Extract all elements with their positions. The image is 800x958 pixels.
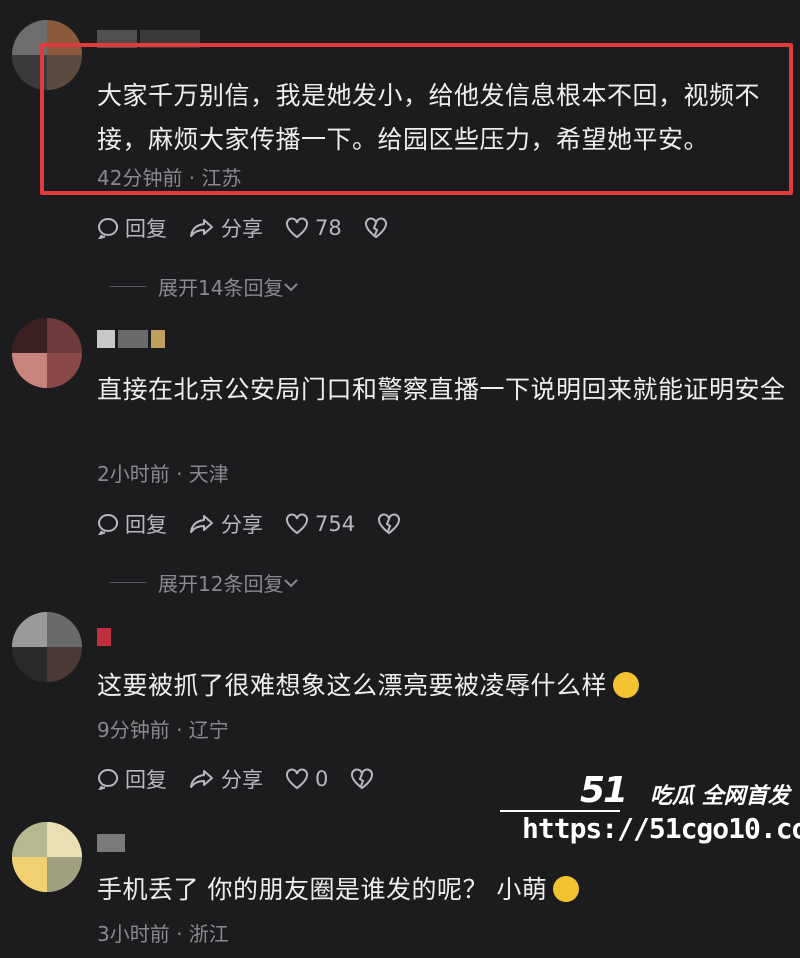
heart-icon	[286, 217, 308, 239]
like-count: 78	[315, 216, 342, 240]
reply-icon	[98, 514, 119, 535]
reply-label: 回复	[125, 768, 167, 792]
reply-icon	[98, 769, 119, 790]
share-label: 分享	[221, 768, 263, 792]
broken-heart-icon	[364, 217, 387, 239]
divider	[110, 286, 146, 287]
reply-label: 回复	[125, 513, 167, 537]
like-count: 754	[315, 512, 356, 536]
username-blurred[interactable]	[97, 330, 168, 348]
expand-replies[interactable]: 展开14条回复	[110, 272, 299, 301]
username-blurred[interactable]	[97, 834, 128, 852]
comment-meta: 2小时前 · 天津	[97, 462, 229, 486]
divider	[110, 582, 146, 583]
comment-text-content: 手机丢了 你的朋友圈是谁发的呢？ 小萌	[97, 875, 548, 904]
like-button[interactable]: 78	[285, 216, 342, 240]
share-label: 分享	[221, 217, 263, 241]
comment-text: 直接在北京公安局门口和警察直播一下说明回来就能证明安全	[97, 375, 786, 404]
broken-heart-icon	[378, 513, 401, 535]
reply-button[interactable]: 回复	[97, 764, 167, 794]
watermark: 51 吃瓜 全网首发 https://51cgo10.com	[500, 770, 800, 860]
share-button[interactable]: 分享	[189, 509, 263, 539]
comment-meta: 9分钟前 · 辽宁	[97, 718, 229, 742]
comment-actions: 回复 分享 78	[97, 213, 416, 243]
heart-icon	[286, 768, 308, 790]
reply-label: 回复	[125, 217, 167, 241]
avatar[interactable]	[12, 318, 82, 388]
reply-button[interactable]: 回复	[97, 509, 167, 539]
comment-meta: 3小时前 · 浙江	[97, 922, 229, 946]
chevron-down-icon	[284, 578, 299, 587]
comment-actions: 回复 分享 0	[97, 764, 402, 794]
like-button[interactable]: 754	[285, 512, 355, 536]
comment-actions: 回复 分享 754	[97, 509, 429, 539]
reply-icon	[98, 218, 119, 239]
share-icon	[190, 219, 213, 237]
heart-icon	[286, 513, 308, 535]
comment-text-content: 这要被抓了很难想象这么漂亮要被凌辱什么样	[97, 671, 608, 700]
like-button[interactable]: 0	[285, 767, 328, 791]
expand-replies[interactable]: 展开12条回复	[110, 568, 299, 597]
watermark-url: https://51cgo10.com	[522, 812, 800, 845]
watermark-brand: 51	[580, 770, 628, 811]
dislike-button[interactable]	[377, 513, 407, 535]
avatar[interactable]	[12, 822, 82, 892]
share-button[interactable]: 分享	[189, 764, 263, 794]
chevron-down-icon	[284, 282, 299, 291]
smirk-emoji-icon	[553, 876, 580, 902]
expand-label: 展开12条回复	[158, 572, 284, 596]
avatar[interactable]	[12, 612, 82, 682]
watermark-slogan: 吃瓜 全网首发	[650, 784, 790, 809]
dislike-button[interactable]	[364, 217, 394, 239]
share-label: 分享	[221, 513, 263, 537]
comment-text: 手机丢了 你的朋友圈是谁发的呢？ 小萌	[97, 868, 787, 912]
like-count: 0	[315, 767, 329, 791]
crying-emoji-icon	[613, 672, 640, 698]
broken-heart-icon	[351, 768, 374, 790]
comment-text: 这要被抓了很难想象这么漂亮要被凌辱什么样	[97, 664, 787, 708]
share-icon	[190, 770, 213, 788]
username-blurred[interactable]	[97, 628, 114, 646]
share-icon	[190, 515, 213, 533]
expand-label: 展开14条回复	[158, 276, 284, 300]
comment-meta: 42分钟前 · 江苏	[97, 166, 242, 190]
share-button[interactable]: 分享	[189, 213, 263, 243]
reply-button[interactable]: 回复	[97, 213, 167, 243]
comment-text: 大家千万别信，我是她发小，给他发信息根本不回，视频不接，麻烦大家传播一下。给园区…	[97, 81, 761, 154]
dislike-button[interactable]	[350, 768, 380, 790]
